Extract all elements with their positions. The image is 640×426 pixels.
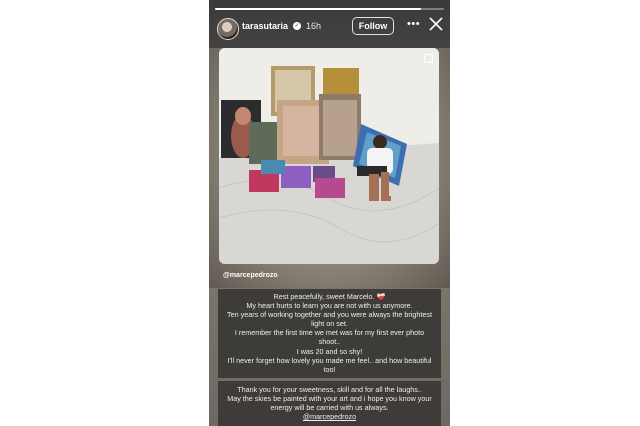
thanks-mention-link[interactable]: @marcepedrozo: [224, 412, 435, 421]
verified-badge-icon: ✓: [293, 22, 301, 30]
story-viewer[interactable]: tarasutaria ✓ 16h Follow ••• @marcepedro…: [209, 0, 450, 426]
story-timestamp: 16h: [306, 21, 322, 31]
avatar[interactable]: [217, 18, 239, 40]
thanks-line: Thank you for your sweetness, skill and …: [237, 385, 422, 394]
close-icon[interactable]: [429, 17, 443, 31]
story-progress-fill: [215, 8, 422, 10]
bookmark-icon[interactable]: [424, 54, 433, 63]
ellipsis-icon[interactable]: •••: [407, 18, 420, 30]
caption-line: I remember the first time we met was for…: [234, 328, 425, 347]
caption-text-box: Rest peacefully, sweet Marcelo. ❤️‍🩹 My …: [218, 289, 441, 378]
caption-line: My heart hurts to learn you are not with…: [246, 301, 413, 311]
post-photo[interactable]: [219, 48, 439, 264]
caption-line: Ten years of working together and you we…: [227, 310, 432, 329]
caption-line: Rest peacefully, sweet Marcelo. ❤️‍🩹: [273, 292, 386, 301]
photo-mention-tag[interactable]: @marcepedrozo: [223, 272, 278, 279]
studio-photo-illustration: [219, 48, 439, 264]
story-progress-bar: [215, 8, 444, 10]
thanks-line: May the skies be painted with your art a…: [227, 394, 432, 413]
caption-line: I'll never forget how lovely you made me…: [227, 355, 432, 374]
username[interactable]: tarasutaria: [242, 21, 288, 31]
follow-button[interactable]: Follow: [352, 17, 394, 35]
caption-line: I was 20 and so shy!: [296, 346, 363, 356]
thanks-text-box: Thank you for your sweetness, skill and …: [218, 381, 441, 426]
